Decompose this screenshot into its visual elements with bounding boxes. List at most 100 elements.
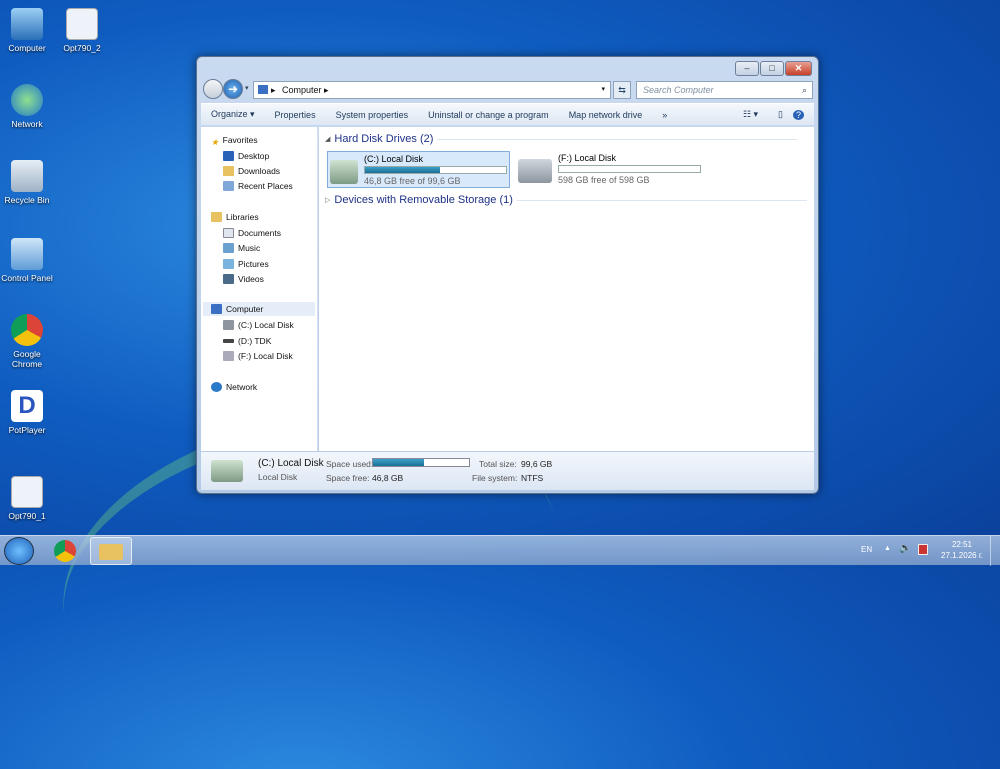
content-pane: ◢ Hard Disk Drives (2) (C:) Local Disk 46,… [319, 127, 814, 451]
space-used-fill [373, 459, 424, 466]
nav-favorites[interactable]: ★ Favorites [211, 133, 258, 147]
taskbar-explorer-button[interactable] [90, 537, 132, 565]
close-button[interactable]: ✕ [785, 61, 812, 76]
nav-label: (D:) TDK [238, 336, 272, 346]
nav-label: (C:) Local Disk [238, 320, 294, 330]
documents-icon [223, 228, 234, 238]
refresh-button[interactable]: ⇆ [613, 81, 631, 99]
nav-buttons: ➜ ▾ [203, 79, 249, 99]
preview-pane-icon[interactable]: ▯ [768, 109, 793, 120]
chrome-icon [11, 314, 43, 346]
nav-music[interactable]: Music [223, 241, 260, 255]
desktop-icon-computer[interactable]: Computer [0, 8, 54, 53]
icon-label: Computer [8, 43, 46, 53]
space-used-label: Space used: [326, 459, 374, 469]
properties-button[interactable]: Properties [265, 110, 326, 120]
nav-f-drive[interactable]: (F:) Local Disk [223, 349, 293, 363]
uninstall-program-button[interactable]: Uninstall or change a program [418, 110, 559, 120]
pictures-icon [223, 259, 234, 269]
computer-icon [211, 304, 222, 314]
nav-libraries[interactable]: Libraries [211, 210, 259, 224]
taskbar: EN ▲ 🔈 22:51 27.1.2026 г. [0, 535, 1000, 566]
desktop-icon-chrome[interactable]: Google Chrome [0, 314, 54, 369]
recent-pages-chevron-icon[interactable]: ▾ [245, 84, 249, 92]
computer-icon [11, 8, 43, 40]
breadcrumb-computer[interactable]: Computer [282, 85, 322, 95]
address-bar[interactable]: ▸ Computer ▸ ▾ [253, 81, 611, 99]
window-controls: – □ ✕ [735, 61, 812, 76]
total-size-value: 99,6 GB [521, 459, 553, 469]
network-status-icon[interactable] [918, 544, 928, 555]
nav-network[interactable]: Network [211, 380, 257, 394]
nav-label: Documents [238, 228, 281, 238]
nav-c-drive[interactable]: (C:) Local Disk [223, 318, 294, 332]
clock[interactable]: 22:51 27.1.2026 г. [936, 539, 988, 561]
organize-button[interactable]: Organize ▾ [201, 109, 265, 120]
group-label: Hard Disk Drives (2) [334, 133, 434, 145]
space-free-value: 46,8 GB [372, 473, 404, 483]
drive-f[interactable]: (F:) Local Disk 598 GB free of 598 GB [516, 151, 706, 188]
volume-icon[interactable]: 🔈 [899, 543, 911, 554]
show-hidden-icons-icon[interactable]: ▲ [884, 545, 891, 552]
desktop-icon-control-panel[interactable]: Control Panel [0, 238, 54, 283]
change-view-icon[interactable]: ☷ ▾ [733, 109, 768, 120]
network-icon [11, 84, 43, 116]
nav-recent-places[interactable]: Recent Places [223, 179, 293, 193]
folder-icon [99, 544, 123, 560]
drive-icon [211, 460, 243, 482]
desktop-icon-opt790-2[interactable]: Opt790_2 [55, 8, 109, 53]
breadcrumb-arrow-icon[interactable]: ▸ [324, 85, 329, 95]
nav-pictures[interactable]: Pictures [223, 257, 269, 271]
computer-icon [258, 85, 268, 94]
help-icon[interactable]: ? [792, 109, 804, 120]
drive-free-text: 46,8 GB free of 99,6 GB [364, 176, 461, 186]
nav-downloads[interactable]: Downloads [223, 164, 280, 178]
details-name: (C:) Local Disk [258, 458, 324, 469]
nav-videos[interactable]: Videos [223, 272, 264, 286]
total-size-label: Total size: [479, 459, 517, 469]
icon-label: PotPlayer [8, 425, 46, 435]
nav-computer[interactable]: Computer [203, 302, 315, 316]
clock-time: 22:51 [951, 540, 973, 549]
group-hard-disk-drives[interactable]: ◢ Hard Disk Drives (2) [325, 133, 798, 145]
group-removable-storage[interactable]: ▷ Devices with Removable Storage (1) [325, 194, 807, 206]
drive-c[interactable]: (C:) Local Disk 46,8 GB free of 99,6 GB [327, 151, 510, 188]
group-divider [437, 138, 798, 140]
more-commands-button[interactable]: » [652, 110, 677, 120]
back-button[interactable] [203, 79, 223, 99]
recent-places-icon [223, 181, 234, 191]
show-desktop-button[interactable] [990, 536, 1000, 566]
forward-button[interactable]: ➜ [223, 79, 243, 99]
nav-d-drive[interactable]: (D:) TDK [223, 334, 271, 348]
group-label: Devices with Removable Storage (1) [334, 194, 513, 206]
drive-icon [330, 160, 358, 184]
nav-label: Music [238, 243, 261, 253]
nav-documents[interactable]: Documents [223, 226, 281, 240]
icon-label: Network [11, 119, 43, 129]
clock-date: 27.1.2026 г. [941, 551, 983, 560]
control-panel-icon [11, 238, 43, 270]
breadcrumb-arrow-icon[interactable]: ▸ [271, 82, 276, 98]
start-button[interactable] [4, 537, 34, 565]
taskbar-chrome-icon[interactable] [54, 540, 76, 562]
drive-free-text: 598 GB free of 598 GB [558, 175, 650, 185]
desktop-icon-network[interactable]: Network [0, 84, 54, 129]
minimize-button[interactable]: – [735, 61, 759, 76]
nav-label: Computer [226, 304, 264, 314]
details-pane: (C:) Local Disk Local Disk Space used: S… [201, 452, 814, 490]
maximize-button[interactable]: □ [760, 61, 784, 76]
libraries-icon [211, 212, 222, 222]
details-type: Local Disk [258, 472, 298, 482]
desktop-icon-recycle-bin[interactable]: Recycle Bin [0, 160, 54, 205]
nav-desktop[interactable]: Desktop [223, 149, 269, 163]
nav-label: Favorites [222, 135, 258, 145]
desktop-icon-opt790-1[interactable]: Opt790_1 [0, 476, 54, 521]
search-input[interactable]: Search Computer ⌕ [636, 81, 813, 99]
language-indicator[interactable]: EN [861, 545, 872, 554]
drive-usage-bar [558, 165, 701, 173]
address-dropdown-icon[interactable]: ▾ [601, 82, 605, 98]
system-properties-button[interactable]: System properties [326, 110, 419, 120]
map-network-drive-button[interactable]: Map network drive [559, 110, 653, 120]
desktop-icon-potplayer[interactable]: D PotPlayer [0, 390, 54, 435]
drive-icon [223, 320, 234, 330]
